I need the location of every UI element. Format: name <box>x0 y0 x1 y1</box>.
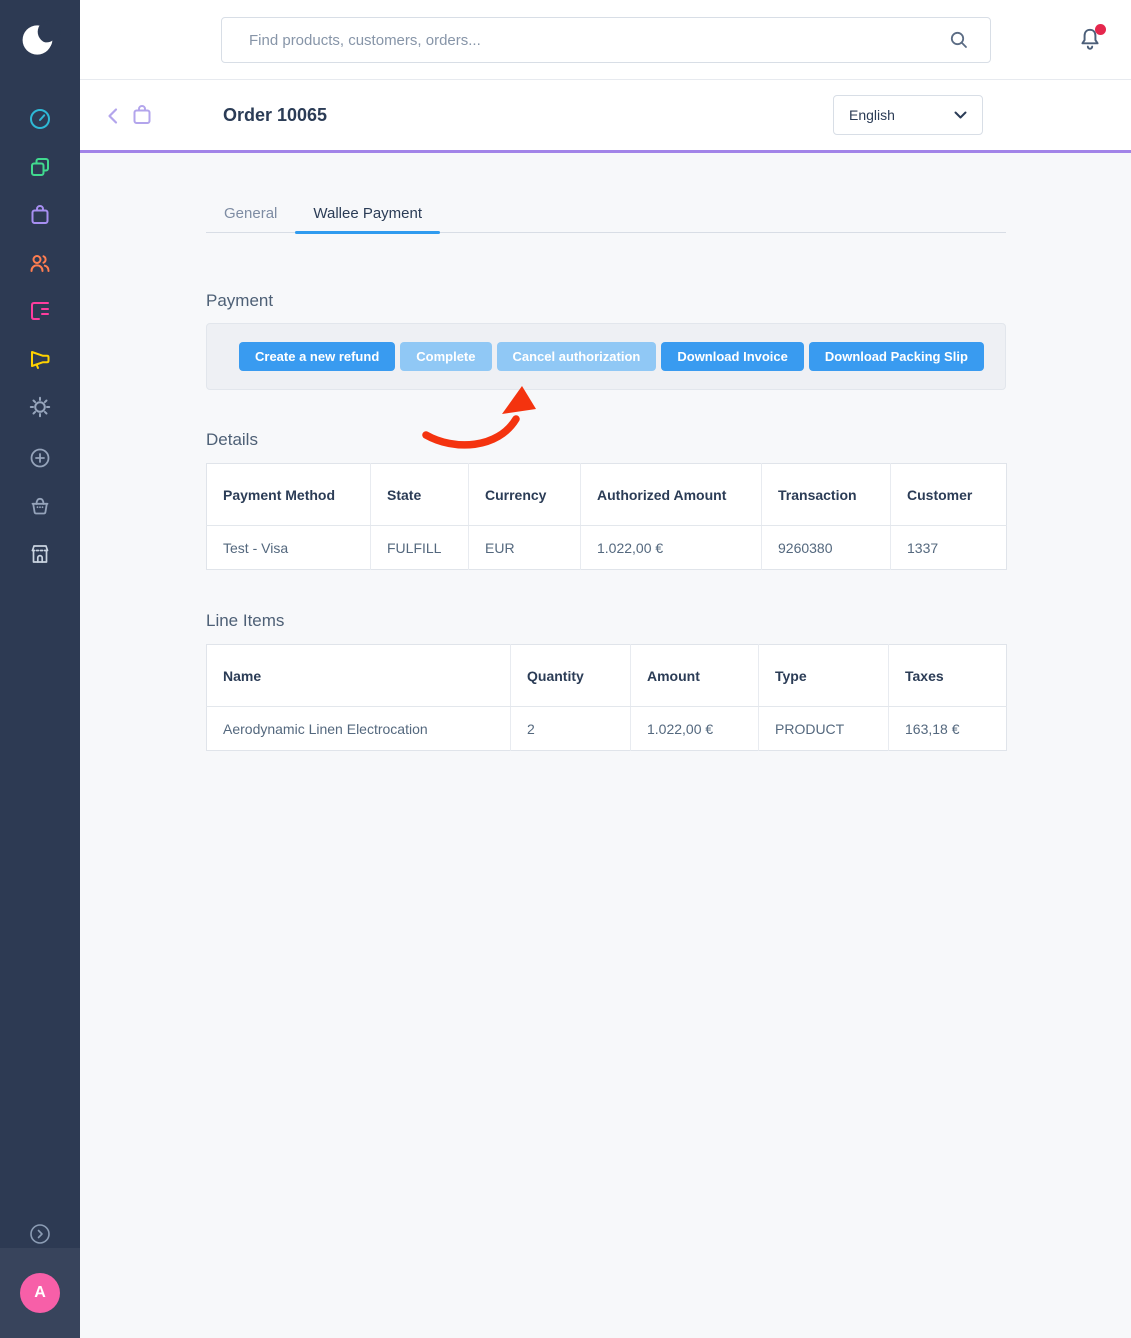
column-header: Type <box>759 645 889 707</box>
shopping-bag-icon <box>28 203 52 227</box>
sidebar-item-marketing[interactable] <box>0 347 80 371</box>
table-cell: FULFILL <box>371 526 469 570</box>
payment-actions-panel: Create a new refundCompleteCancel author… <box>206 323 1006 390</box>
sidebar-item-storefront[interactable] <box>0 542 80 566</box>
topbar <box>80 0 1131 80</box>
table-cell: 1337 <box>891 526 1007 570</box>
main-content: General Wallee Payment Payment Create a … <box>80 153 1131 1338</box>
search-input[interactable] <box>221 17 991 63</box>
speedometer-icon <box>28 107 52 131</box>
table-cell: Aerodynamic Linen Electrocation <box>207 707 511 751</box>
sidebar-item-catalogues[interactable] <box>0 155 80 179</box>
global-search <box>221 17 991 63</box>
notification-badge <box>1095 24 1106 35</box>
table-header-row: Payment MethodStateCurrencyAuthorized Am… <box>207 464 1007 526</box>
tab-bar: General Wallee Payment <box>206 200 1006 233</box>
download-packing-slip-button[interactable]: Download Packing Slip <box>809 342 984 371</box>
column-header: Payment Method <box>207 464 371 526</box>
overlapping-squares-icon <box>28 155 52 179</box>
table-cell: Test - Visa <box>207 526 371 570</box>
sidebar-item-basket[interactable] <box>0 494 80 518</box>
cancel-authorization-button[interactable]: Cancel authorization <box>497 342 657 371</box>
details-table: Payment MethodStateCurrencyAuthorized Am… <box>206 463 1007 570</box>
download-invoice-button[interactable]: Download Invoice <box>661 342 804 371</box>
table-cell: 163,18 € <box>889 707 1007 751</box>
column-header: Customer <box>891 464 1007 526</box>
details-heading: Details <box>206 430 1006 450</box>
chevron-down-icon <box>954 111 967 120</box>
page-title: Order 10065 <box>223 80 327 150</box>
language-select-value: English <box>849 107 895 123</box>
notifications-button[interactable] <box>1077 26 1105 54</box>
line-items-heading: Line Items <box>206 611 1006 631</box>
column-header: State <box>371 464 469 526</box>
table-row: Test - VisaFULFILLEUR1.022,00 €926038013… <box>207 526 1007 570</box>
search-icon[interactable] <box>947 28 971 57</box>
shopping-bag-icon <box>130 103 154 132</box>
language-select[interactable]: English <box>833 95 983 135</box>
column-header: Taxes <box>889 645 1007 707</box>
back-button[interactable] <box>102 104 126 133</box>
shopware-logo[interactable] <box>0 0 80 80</box>
sidebar-expand-button[interactable] <box>0 1222 80 1246</box>
column-header: Authorized Amount <box>581 464 762 526</box>
plus-circle-icon <box>28 446 52 470</box>
line-items-table: NameQuantityAmountTypeTaxesAerodynamic L… <box>206 644 1007 751</box>
table-header-row: NameQuantityAmountTypeTaxes <box>207 645 1007 707</box>
tab-wallee-payment[interactable]: Wallee Payment <box>295 200 440 232</box>
column-header: Currency <box>469 464 581 526</box>
avatar[interactable]: A <box>20 1273 60 1313</box>
basket-icon <box>28 494 52 518</box>
create-a-new-refund-button[interactable]: Create a new refund <box>239 342 395 371</box>
table-cell: 1.022,00 € <box>581 526 762 570</box>
chevron-left-icon <box>102 104 126 128</box>
column-header: Name <box>207 645 511 707</box>
sidebar-item-settings[interactable] <box>0 395 80 419</box>
column-header: Transaction <box>762 464 891 526</box>
avatar-initial: A <box>34 1284 46 1302</box>
complete-button[interactable]: Complete <box>400 342 491 371</box>
sidebar: A <box>0 0 80 1338</box>
column-header: Quantity <box>511 645 631 707</box>
table-cell: PRODUCT <box>759 707 889 751</box>
store-icon <box>28 542 52 566</box>
table-cell: 2 <box>511 707 631 751</box>
sidebar-user-area: A <box>0 1248 80 1338</box>
gear-icon <box>28 395 52 419</box>
sidebar-item-dashboard[interactable] <box>0 107 80 131</box>
table-cell: EUR <box>469 526 581 570</box>
sidebar-item-content[interactable] <box>0 299 80 323</box>
tab-general[interactable]: General <box>206 200 295 232</box>
table-cell: 9260380 <box>762 526 891 570</box>
sidebar-item-extensions[interactable] <box>0 446 80 470</box>
smartbar: Order 10065 English <box>80 80 1131 153</box>
column-header: Amount <box>631 645 759 707</box>
layout-lines-icon <box>28 299 52 323</box>
chevron-right-circle-icon <box>28 1222 52 1246</box>
payment-heading: Payment <box>206 291 1006 311</box>
users-icon <box>28 251 52 275</box>
sidebar-item-customers[interactable] <box>0 251 80 275</box>
table-row: Aerodynamic Linen Electrocation21.022,00… <box>207 707 1007 751</box>
table-cell: 1.022,00 € <box>631 707 759 751</box>
sidebar-item-orders[interactable] <box>0 203 80 227</box>
megaphone-icon <box>28 347 52 371</box>
